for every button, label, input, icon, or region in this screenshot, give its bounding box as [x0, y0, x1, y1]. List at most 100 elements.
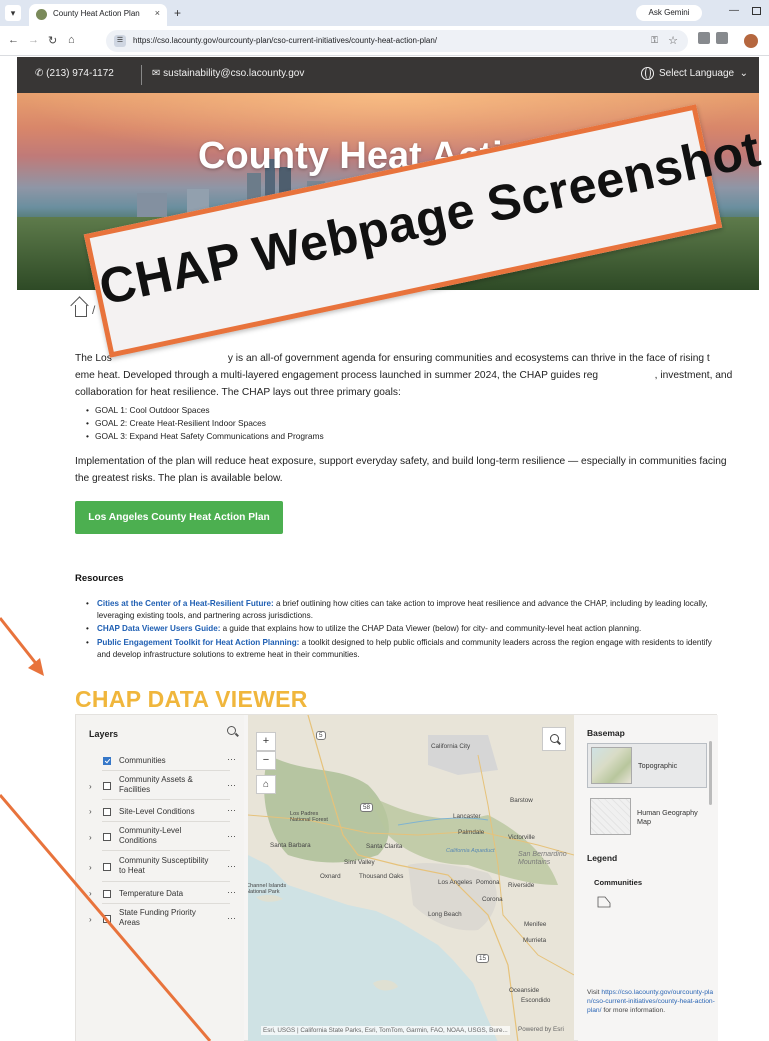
url-text: https://cso.lacounty.gov/ourcounty-plan/…	[133, 36, 438, 45]
layer-label: Community-Level Conditions	[119, 826, 182, 845]
layer-options-icon[interactable]: ···	[227, 754, 236, 764]
layer-row-temperature[interactable]: › Temperature Data ···	[76, 882, 244, 904]
zoom-out-button[interactable]: −	[256, 751, 276, 770]
layer-checkbox[interactable]	[103, 782, 111, 790]
resource-link[interactable]: Cities at the Center of a Heat-Resilient…	[97, 599, 274, 608]
home-extent-icon[interactable]: ⌂	[256, 775, 276, 794]
basemap-thumbnail	[590, 798, 631, 835]
chevron-right-icon[interactable]: ›	[89, 782, 92, 791]
zoom-in-button[interactable]: +	[256, 732, 276, 751]
layer-row-susceptibility[interactable]: › Community Susceptibility to Heat ···	[76, 851, 244, 882]
map-label: Pomona	[476, 879, 500, 886]
legend-layer-name: Communities	[594, 878, 643, 887]
basemap-option-human-geography[interactable]: Human Geography Map	[587, 795, 707, 840]
layer-row-communities[interactable]: Communities ···	[76, 749, 244, 771]
layer-row-community-level[interactable]: › Community-Level Conditions ···	[76, 822, 244, 851]
layer-options-icon[interactable]: ···	[227, 913, 236, 923]
skyline-building	[137, 193, 167, 219]
chevron-right-icon[interactable]: ›	[89, 863, 92, 872]
layer-row-assets[interactable]: › Community Assets & Facilities ···	[76, 771, 244, 800]
map-label: Corona	[482, 896, 503, 903]
map-label: Oceanside	[509, 987, 540, 994]
layer-checkbox[interactable]	[103, 915, 111, 923]
basemap-thumbnail	[591, 747, 632, 784]
layer-checkbox[interactable]	[103, 833, 111, 841]
map-label: Menifee	[524, 921, 547, 928]
legend-polygon-swatch	[597, 896, 611, 908]
layer-options-icon[interactable]: ···	[227, 887, 236, 897]
map-label: Santa Clarita	[366, 843, 403, 850]
basemap-option-topographic[interactable]: Topographic	[587, 743, 707, 788]
layer-label: Site-Level Conditions	[119, 807, 195, 816]
browser-tab[interactable]: County Heat Action Plan ×	[29, 4, 167, 26]
basemap-scrollbar[interactable]	[709, 741, 712, 805]
chevron-right-icon[interactable]: ›	[89, 889, 92, 898]
resource-link[interactable]: Public Engagement Toolkit for Heat Actio…	[97, 638, 299, 647]
layer-row-funding[interactable]: › State Funding Priority Areas ···	[76, 904, 244, 933]
arrow-head-icon	[28, 658, 44, 676]
layer-checkbox[interactable]	[103, 808, 111, 816]
chap-data-viewer: Layers Communities ··· › Community Asset…	[75, 714, 718, 1041]
url-input[interactable]: ☰ https://cso.lacounty.gov/ourcounty-pla…	[106, 30, 688, 52]
layer-checkbox[interactable]	[103, 757, 111, 765]
tab-search-icon[interactable]: ▾	[5, 5, 21, 21]
chevron-right-icon[interactable]: ›	[89, 807, 92, 816]
layer-options-icon[interactable]: ···	[227, 861, 236, 871]
profile-avatar[interactable]	[744, 34, 758, 48]
tab-title: County Heat Action Plan	[53, 9, 140, 18]
divider	[141, 65, 142, 85]
extensions-puzzle-icon[interactable]	[716, 32, 728, 44]
map-label: Palmdale	[458, 829, 485, 836]
address-bar-row: ← → ↻ ⌂ ☰ https://cso.lacounty.gov/ourco…	[0, 26, 769, 56]
visit-prefix: Visit	[587, 989, 602, 996]
layer-options-icon[interactable]: ···	[227, 805, 236, 815]
layer-label: Communities	[119, 756, 166, 765]
layer-checkbox[interactable]	[103, 863, 111, 871]
heat-action-plan-button[interactable]: Los Angeles County Heat Action Plan	[75, 501, 283, 534]
resource-link[interactable]: CHAP Data Viewer Users Guide:	[97, 624, 220, 633]
language-label: Select Language	[659, 68, 735, 79]
layer-row-site-level[interactable]: › Site-Level Conditions ···	[76, 800, 244, 822]
reload-icon[interactable]: ↻	[48, 34, 57, 47]
data-viewer-title: CHAP DATA VIEWER	[75, 686, 308, 712]
layers-search-icon[interactable]	[227, 726, 236, 735]
layer-options-icon[interactable]: ···	[227, 780, 236, 790]
map-label: California Aqueduct	[446, 848, 495, 854]
breadcrumb-home-icon[interactable]	[75, 305, 87, 317]
back-icon[interactable]: ←	[8, 34, 19, 46]
resources-list: Cities at the Center of a Heat-Resilient…	[86, 598, 726, 662]
layer-options-icon[interactable]: ···	[227, 831, 236, 841]
maximize-icon[interactable]	[752, 7, 761, 15]
home-icon[interactable]: ⌂	[68, 34, 75, 46]
phone-link[interactable]: ✆ (213) 974-1172	[35, 68, 114, 79]
password-key-icon[interactable]: ⚿	[651, 35, 658, 46]
forward-icon[interactable]: →	[28, 34, 39, 46]
powered-by-esri[interactable]: Powered by Esri	[518, 1026, 564, 1033]
site-info-icon[interactable]: ☰	[114, 35, 126, 47]
intro-paragraph: The Los y is an all-of government agenda…	[75, 353, 764, 398]
chevron-right-icon[interactable]: ›	[89, 915, 92, 924]
basemap-label: Topographic	[638, 761, 678, 770]
favicon-icon	[36, 9, 47, 20]
goal-item: GOAL 3: Expand Heat Safety Communication…	[86, 430, 726, 443]
map-view[interactable]: + − ⌂ California City Barstow Lancaster …	[248, 715, 574, 1041]
minimize-icon[interactable]: —	[729, 5, 739, 16]
layer-checkbox[interactable]	[103, 890, 111, 898]
tab-close-icon[interactable]: ×	[155, 8, 160, 18]
language-select[interactable]: Select Language ⌄	[659, 68, 748, 79]
map-label: Channel Islands National Park	[248, 883, 287, 895]
email-link[interactable]: ✉ sustainability@cso.lacounty.gov	[152, 68, 304, 79]
route-shield: 58	[360, 803, 374, 812]
extension-icon[interactable]	[698, 32, 710, 44]
ask-gemini-button[interactable]: Ask Gemini	[636, 5, 702, 21]
layer-label: State Funding Priority Areas	[119, 908, 196, 927]
map-search-icon[interactable]	[542, 727, 566, 751]
bookmark-star-icon[interactable]: ☆	[668, 34, 678, 47]
chevron-right-icon[interactable]: ›	[89, 833, 92, 842]
basemap-legend-panel: Basemap Topographic Human Geography Map …	[578, 715, 718, 1041]
new-tab-button[interactable]: +	[174, 6, 181, 20]
map-label: Riverside	[508, 882, 535, 889]
basemap-label: Human Geography Map	[637, 808, 698, 826]
phone-number: (213) 974-1172	[46, 68, 114, 79]
visit-suffix: for more information.	[601, 1007, 666, 1014]
